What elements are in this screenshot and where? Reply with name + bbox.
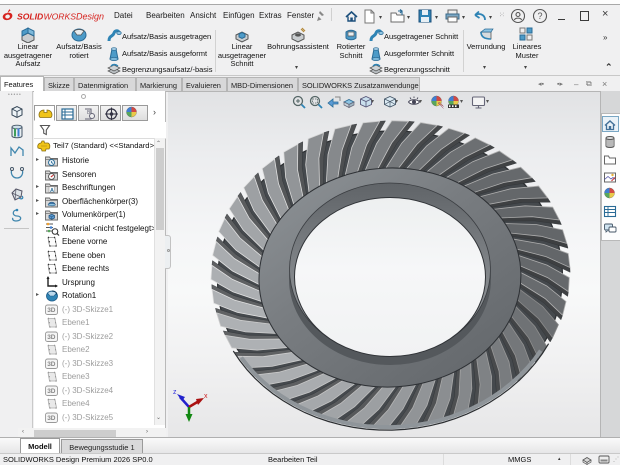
- svg-text:3D: 3D: [47, 334, 56, 341]
- svg-text:?: ?: [538, 11, 543, 21]
- svg-text:3D: 3D: [47, 361, 56, 368]
- svg-text:z: z: [173, 389, 177, 396]
- svg-text:x: x: [204, 393, 208, 400]
- svg-text:3D: 3D: [47, 307, 56, 314]
- svg-text:SOLID: SOLID: [17, 12, 43, 22]
- svg-text:WORKS: WORKS: [44, 12, 77, 22]
- svg-text:3D: 3D: [47, 388, 56, 395]
- svg-text:3D: 3D: [47, 415, 56, 422]
- svg-text:Design: Design: [76, 12, 104, 22]
